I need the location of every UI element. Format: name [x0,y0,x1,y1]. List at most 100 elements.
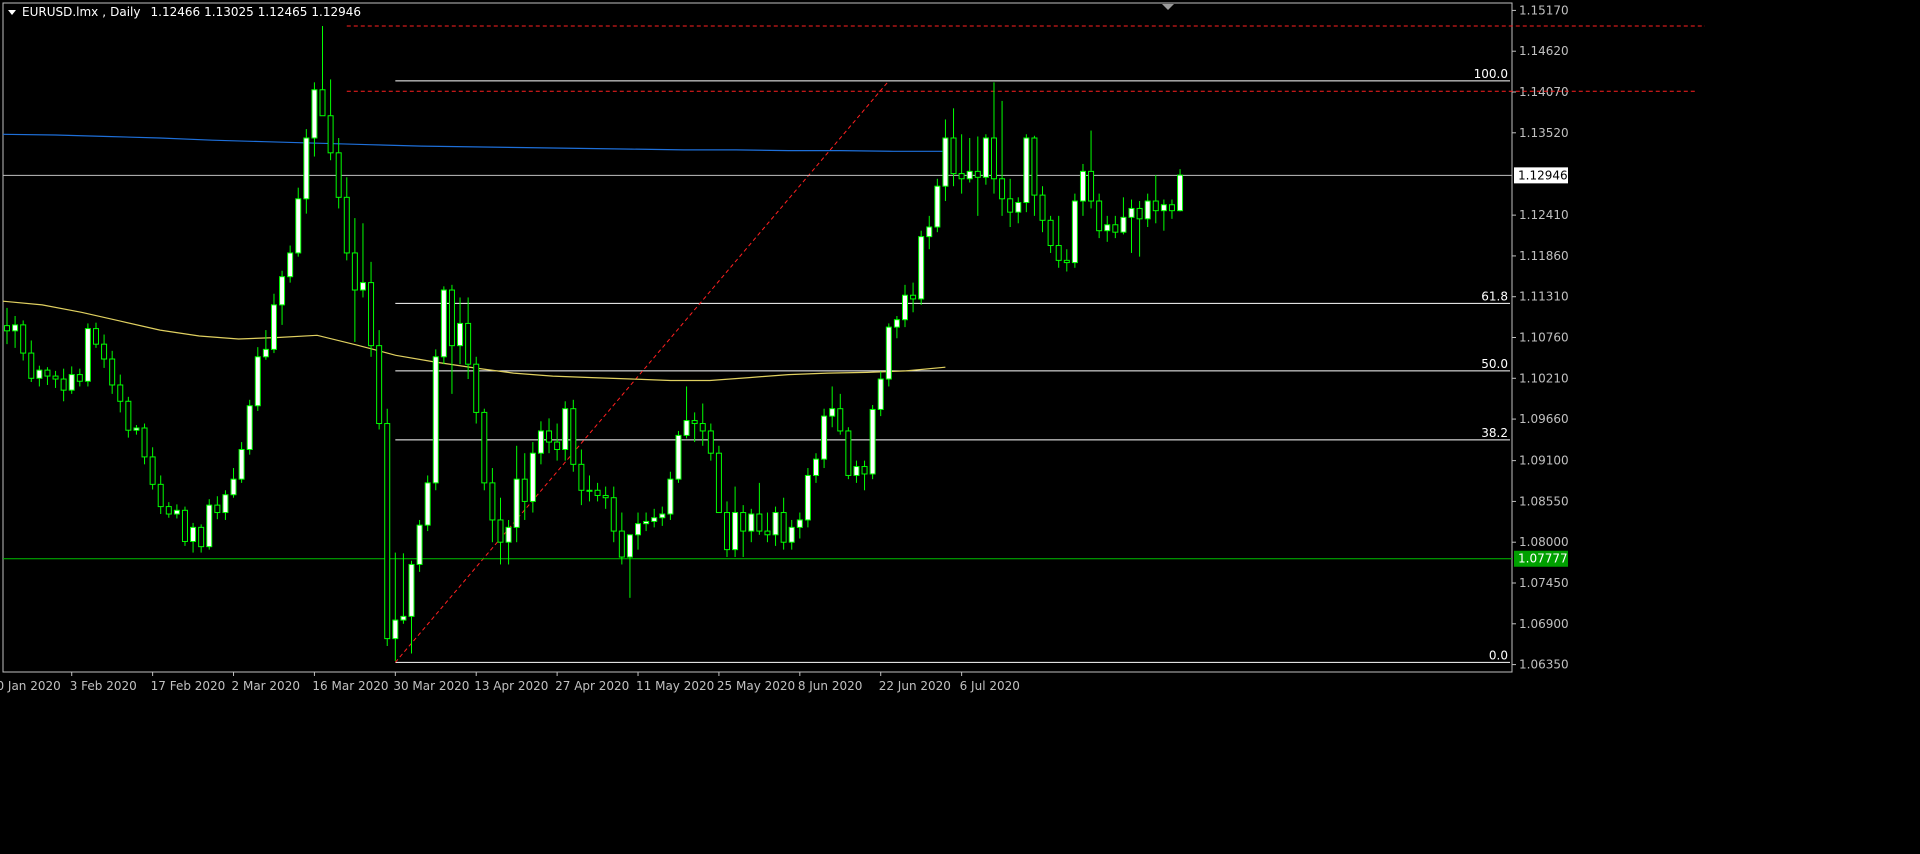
candle-body [594,489,601,496]
candle-body [804,474,811,521]
ohlc-close: 1.12946 [311,5,361,19]
candle-body [1168,204,1175,212]
chart-window[interactable]: 1.15170 1.14620 1.14070 1.13520 1.12410 1.118… [0,0,1920,854]
candle-body [165,506,172,515]
chart-menu-triangle-icon[interactable] [8,9,16,15]
candle-body [214,504,221,514]
candle-body [618,530,625,558]
candle-body [707,430,714,454]
candle-body [465,322,472,365]
plot-frame [2,2,1513,673]
candle-body [1071,200,1078,264]
candle-body [829,408,836,417]
candle-body [376,345,383,425]
fibo-level-label: 0.0 [1489,648,1508,662]
price-chart[interactable]: 1.15170 1.14620 1.14070 1.13520 1.12410 1.118… [0,0,1920,854]
candle-body [173,509,180,515]
timeframe-label: Daily [110,5,141,19]
candle-body [974,170,981,178]
price-axis-label: 1.15170 [1519,3,1569,17]
candle-body [335,152,342,198]
candle-body [554,441,561,450]
price-axis-label: 1.07450 [1519,576,1569,590]
candle-body [1096,200,1103,232]
candle-body [1047,219,1054,247]
fibo-level-label: 38.2 [1481,426,1508,440]
candle-body [279,276,286,306]
time-axis-label: 17 Feb 2020 [151,679,226,693]
candle-body [222,494,229,514]
candle-body [643,520,650,525]
candle-body [489,482,496,521]
ohlc-low: 1.12465 [257,5,308,19]
candle-body [1160,204,1167,212]
candle-body [966,170,973,180]
candle-body [610,497,617,532]
candle-body [521,478,528,502]
price-axis-label: 1.09660 [1519,412,1569,426]
candle-body [958,173,965,180]
candle-body [877,378,884,410]
candle-body [497,519,504,543]
candle-body [262,348,269,358]
candle-body [157,483,164,508]
candle-body [319,89,326,117]
candle-body [982,137,989,178]
candle-body [44,369,51,377]
candle-body [1055,245,1062,261]
candle-body [1128,207,1135,218]
time-axis-label: 8 Jun 2020 [798,679,863,693]
fibo-level-label: 50.0 [1481,357,1508,371]
candle-body [813,458,819,476]
candle-body [76,374,83,382]
price-axis-label: 1.10760 [1519,331,1569,345]
candle-body [60,378,67,391]
fibo-level-label: 61.8 [1481,289,1508,303]
candle-body [351,252,358,291]
candle-body [149,456,156,485]
candle-body [432,356,439,484]
candle-body [942,137,949,187]
candle-body [473,363,480,413]
candle-body [1031,137,1038,196]
candle-body [683,420,690,436]
time-axis-label: 30 Mar 2020 [393,679,469,693]
price-axis-label: 1.13520 [1519,126,1569,140]
ohlc-open: 1.12466 [150,5,201,19]
price-axis-label: 1.12410 [1519,208,1569,222]
candle-body [295,198,302,254]
chart-shift-marker-icon[interactable] [1162,4,1174,10]
candle-body [853,466,860,476]
candle-body [861,466,868,475]
current-price-label: 1.12946 [1518,168,1568,182]
candle-body [457,322,464,347]
candle-body [926,226,933,238]
price-axis-label: 1.06350 [1519,658,1569,672]
candle-body [1063,259,1070,264]
candle-body [893,319,900,328]
price-axis-label: 1.10210 [1519,371,1569,385]
candle-body [845,430,852,476]
candle-body [190,526,197,542]
candle-body [691,420,698,425]
candle-body [28,352,35,379]
candle-body [635,523,642,536]
candle-body [368,282,375,347]
candle-body [602,494,609,499]
candle-body [1015,202,1022,213]
time-axis-label: 16 Mar 2020 [312,679,388,693]
candle-body [109,358,116,386]
candle-body [772,512,779,536]
candle-body [448,289,455,347]
candle-body [206,504,213,548]
candle-body [270,304,277,350]
candle-body [578,463,585,491]
candle-body [254,356,261,407]
candle-body [505,526,512,543]
candle-body [36,369,43,379]
candle-body [756,513,763,532]
candle-body [699,423,706,432]
candle-body [724,512,731,551]
candle-body [990,137,997,180]
moving-average-fast-line [2,133,946,152]
